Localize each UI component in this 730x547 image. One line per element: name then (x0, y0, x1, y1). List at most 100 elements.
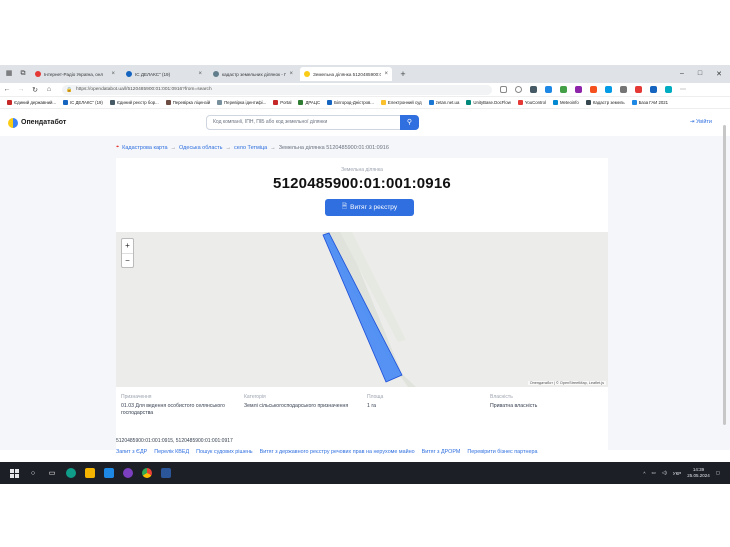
search-input[interactable]: Код компанії, ІПН, ПІБ або код земельної… (206, 115, 419, 130)
favorite-favicon-icon (380, 100, 386, 105)
favorite-item[interactable]: UnityBase.DocFlow (466, 100, 511, 105)
close-window-icon[interactable]: ✕ (716, 70, 722, 78)
refresh-icon[interactable]: ↻ (28, 86, 42, 94)
scrollbar-thumb[interactable] (723, 125, 726, 425)
breadcrumb-item-cadastral-map[interactable]: Кадастрова карта (122, 145, 167, 151)
system-tray: ^ ▭ ◁) УКР 14:39 25.05.2024 ▢ (643, 467, 730, 479)
footer-link-kved[interactable]: Перелік КВЕД (154, 449, 189, 455)
extension-icon-2[interactable] (545, 86, 552, 93)
neighbor-parcels[interactable]: 5120485900:01:001:0915, 5120485900:01:00… (116, 438, 233, 444)
favorite-item[interactable]: Єдиний реєстр бор... (109, 100, 159, 105)
viber-icon[interactable] (123, 468, 133, 478)
login-link[interactable]: ⇥ Увійти (690, 119, 712, 125)
zoom-out-button[interactable]: − (122, 253, 133, 267)
favorite-item[interactable]: zetan.net.ua (428, 100, 459, 105)
word-icon[interactable] (161, 468, 171, 478)
tray-arrow-icon[interactable]: ^ (643, 471, 645, 476)
favorite-item[interactable]: ДРАЦС (298, 100, 320, 105)
favorite-item[interactable]: Кадастр земель (585, 100, 625, 105)
footer-link-property[interactable]: Витяг з державного реєстру речових прав … (260, 449, 415, 455)
favorite-favicon-icon (217, 100, 223, 105)
file-explorer-icon[interactable] (85, 468, 95, 478)
keyboard-language[interactable]: УКР (673, 471, 681, 476)
extension-icon-8[interactable] (635, 86, 642, 93)
close-tab-icon[interactable]: × (195, 71, 202, 77)
cadastral-map[interactable]: + − Опендатабот | © OpenStreetMap, Leafl… (116, 232, 608, 387)
browser-tab[interactable]: ІС ДЕЛАКС" (19) × (122, 67, 206, 81)
login-icon: ⇥ (689, 119, 695, 125)
favorites-bar: Єдиний державний... ІС ДЕЛАКС" (19) Єдиний… (0, 97, 730, 109)
home-icon[interactable]: ⌂ (42, 86, 56, 93)
extension-icon-1[interactable] (530, 86, 537, 93)
extension-icon-9[interactable] (650, 86, 657, 93)
close-tab-icon[interactable]: × (108, 71, 115, 77)
url-field[interactable]: 🔒 https://opendatabot.ua/l/5120485900:01… (62, 84, 492, 95)
footer-link-drorm[interactable]: Витяг з ДРОРМ (422, 449, 461, 455)
info-label: Площа (367, 394, 384, 400)
favorite-item[interactable]: Перевірка ліцензій (165, 100, 210, 105)
windows-start-icon[interactable] (9, 468, 19, 478)
favorite-item[interactable]: Електронний суд (380, 100, 422, 105)
browser-tab[interactable]: Земельна ділянка 5120485900:01:0 × (300, 67, 392, 81)
taskbar: ○ ▭ ^ ▭ ◁) УКР 14:39 25.05.2024 ▢ (0, 462, 730, 484)
favorite-favicon-icon (428, 100, 434, 105)
breadcrumb-item-village[interactable]: село Тетміца (234, 145, 267, 151)
favorite-item[interactable]: Meteoinfo (552, 100, 579, 105)
app-menu-icon[interactable]: ▦ (4, 69, 14, 79)
page-scrollbar[interactable] (723, 113, 727, 453)
favorite-item[interactable]: Перевірка ідентифі... (217, 100, 266, 105)
breadcrumb-separator: → (170, 144, 177, 151)
favorite-star-icon[interactable] (515, 86, 522, 93)
zoom-in-button[interactable]: + (122, 239, 133, 253)
close-tab-icon[interactable]: × (286, 71, 293, 77)
network-icon[interactable]: ▭ (651, 470, 655, 476)
new-tab-button[interactable]: + (398, 69, 408, 79)
favorite-item[interactable]: Єдиний державний... (7, 100, 56, 105)
workspaces-icon[interactable]: ⧉ (18, 69, 28, 79)
favorite-favicon-icon (585, 100, 591, 105)
forward-icon[interactable]: → (14, 86, 28, 93)
maximize-icon[interactable]: □ (698, 70, 702, 78)
extension-icon-5[interactable] (590, 86, 597, 93)
taskbar-search-icon[interactable]: ○ (28, 468, 38, 478)
favorite-item[interactable]: Білгород-Дністров... (327, 100, 374, 105)
info-purpose: Призначення 01.03 Для ведення особистого… (116, 394, 239, 417)
favorite-item[interactable]: ІС ДЕЛАКС" (19) (62, 100, 103, 105)
browser-tab[interactable]: кадастр земельних ділянок - По × (209, 67, 297, 81)
footer-link-partner[interactable]: Перевірити бізнес партнера (467, 449, 537, 455)
search-button[interactable]: ⚲ (400, 115, 419, 130)
read-aloud-icon[interactable] (500, 86, 507, 93)
info-category: Категорія Землі сільськогосподарського п… (239, 394, 362, 417)
favorite-item[interactable]: База ГАИ 2021 (631, 100, 668, 105)
favorite-item[interactable]: Portal (273, 100, 291, 105)
minimize-icon[interactable]: – (680, 70, 684, 78)
extract-button[interactable]: 🗎 Витяг з реєстру (325, 199, 414, 216)
document-icon: 🗎 (341, 203, 348, 210)
mail-icon[interactable] (104, 468, 114, 478)
breadcrumb-item-region[interactable]: Одеська область (179, 145, 223, 151)
notifications-icon[interactable]: ▢ (716, 470, 720, 476)
browser-tab[interactable]: Інтернет-Радіо Україна, онл × (31, 67, 119, 81)
site-logo[interactable]: Опендатабот (8, 117, 66, 128)
extension-icon-10[interactable] (665, 86, 672, 93)
favorite-label: Електронний суд (387, 100, 422, 105)
browser-menu-icon[interactable]: ⋯ (680, 86, 686, 93)
tab-title: кадастр земельних ділянок - По (222, 71, 287, 77)
favorite-favicon-icon (298, 100, 304, 105)
edge-icon[interactable] (66, 468, 76, 478)
favorite-item[interactable]: YouControl (517, 100, 546, 105)
footer-link-court[interactable]: Пошук судових рішень (196, 449, 252, 455)
extension-icon-3[interactable] (560, 86, 567, 93)
extension-icon-7[interactable] (620, 86, 627, 93)
close-tab-icon[interactable]: × (381, 71, 388, 77)
task-view-icon[interactable]: ▭ (47, 468, 57, 478)
clock[interactable]: 14:39 25.05.2024 (687, 467, 710, 479)
extension-icon-6[interactable] (605, 86, 612, 93)
back-icon[interactable]: ← (0, 86, 14, 93)
favorite-label: Перевірка ідентифі... (224, 100, 267, 105)
page-title: 5120485900:01:001:0916 (273, 175, 451, 192)
extension-icon-4[interactable] (575, 86, 582, 93)
footer-link-edr[interactable]: Запит з ЄДР (116, 449, 147, 455)
volume-icon[interactable]: ◁) (662, 470, 667, 476)
chrome-icon[interactable] (142, 468, 152, 478)
